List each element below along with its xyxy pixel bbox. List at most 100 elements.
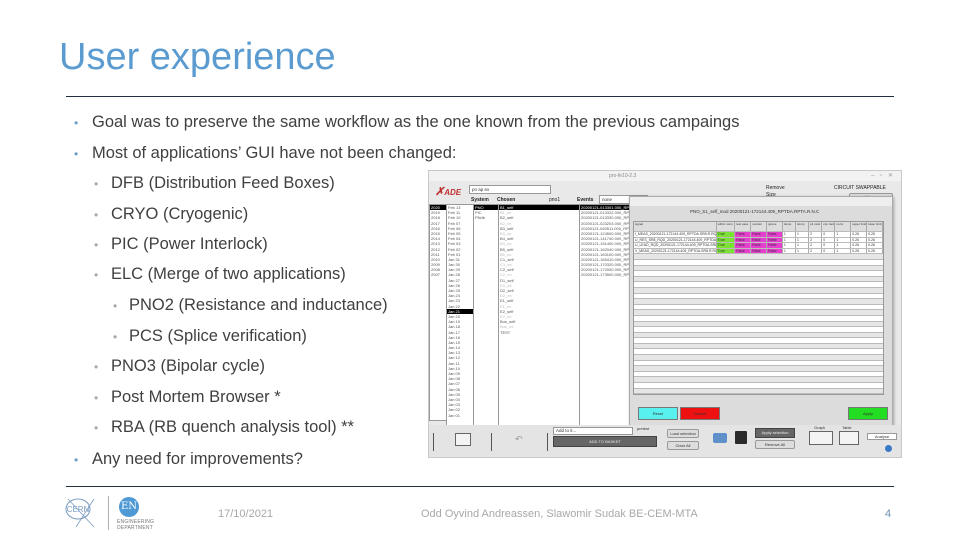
add-to-basket-button[interactable]: ADD TO BASKET (553, 436, 657, 447)
circuit-swappable-checkbox[interactable]: CIRCUIT SWAPPABLE (834, 185, 886, 191)
footer-authors: Odd Oyvind Andreassen, Slawomir Sudak BE… (421, 508, 698, 520)
list-item[interactable]: 20200121-023203.000_RPTCA.SR8.R.B (580, 221, 636, 226)
footer-date: 17/10/2021 (218, 508, 274, 520)
status-cell[interactable]: False (767, 243, 783, 248)
reset-button[interactable]: Reset (638, 407, 678, 420)
cern-logo: CERN (65, 498, 95, 528)
date-list[interactable]: Feb 13 Feb 11 Feb 10 Feb 07 Feb 06 Feb 05 Feb … (446, 204, 474, 426)
status-cell[interactable]: True (716, 248, 736, 254)
value-cell: 1 (783, 237, 797, 243)
status-cell[interactable]: True (716, 232, 736, 237)
status-cell[interactable]: False (751, 243, 768, 248)
folder-icon[interactable] (713, 433, 727, 443)
bullet-item: • RBA (RB quench analysis tool) ** (94, 418, 355, 437)
info-icon[interactable] (885, 445, 892, 452)
status-cell[interactable]: False (735, 243, 752, 248)
apply-button[interactable]: Apply (848, 407, 888, 420)
status-cell[interactable]: False (735, 232, 752, 237)
list-item[interactable]: 20200121-013330.000_RPTCA.SR8.R.B (580, 215, 636, 220)
window-controls[interactable]: – ▫ ✕ (871, 172, 895, 179)
list-item[interactable]: 20200121-151400.000_RPTCA.SR8.R.B (580, 241, 636, 246)
value-cell: 1 (835, 243, 852, 248)
status-cell[interactable]: True (716, 237, 736, 243)
save-icon[interactable] (735, 431, 747, 444)
status-cell[interactable]: False (735, 248, 752, 254)
add-to-input[interactable]: Add to it... (553, 427, 633, 435)
value-cell: 1 (835, 232, 852, 237)
bullet-item: • Goal was to preserve the same workflow … (74, 113, 739, 132)
list-item[interactable]: TEST (499, 330, 579, 335)
chosen-list[interactable]: PNO PIC PNdb (473, 204, 499, 426)
list-item[interactable]: Jan 01 (447, 413, 473, 418)
value-cell: 0 (822, 232, 836, 237)
status-cell[interactable]: False (767, 232, 783, 237)
edit-window-icon[interactable] (455, 433, 471, 446)
remove-all-button[interactable]: Remove All (755, 440, 795, 449)
toolbar-separator (547, 433, 548, 451)
year-list[interactable]: 2020 2019 2018 2017 2016 2015 2014 2013 2012 2011… (429, 204, 447, 421)
value-cell: 1 (835, 248, 852, 254)
system-combo[interactable]: pn ap ex (469, 185, 551, 194)
list-item[interactable]: PNdb (474, 215, 498, 220)
graph-icon[interactable] (809, 431, 833, 445)
column-header[interactable]: tstmp (796, 222, 810, 231)
cancel-button[interactable]: Cancel (680, 407, 720, 420)
bullet-item: • DFB (Distribution Feed Boxes) (94, 174, 335, 193)
bullet-dot-icon: • (113, 299, 118, 313)
value-cell: 1 (796, 243, 810, 248)
clear-all-button[interactable]: Clear All (667, 441, 699, 450)
column-header[interactable]: ignore (767, 222, 783, 231)
value-cell: 0.26 (851, 237, 868, 243)
list-item[interactable]: 20200121-162040.000_RPTCA.SR8.R.B (580, 247, 636, 252)
list-item[interactable]: 20200121-173500.000_RPTCA.SR8.R.B (580, 272, 636, 277)
bullet-item: • Any need for improvements? (74, 450, 303, 469)
value-cell: 0.26 (867, 232, 883, 237)
graph-label: Graph (814, 425, 826, 430)
app-screenshot: pro-fe10-2.3 – ▫ ✕ ✗ADE pn ap ex System … (428, 170, 902, 458)
status-cell[interactable]: False (751, 237, 768, 243)
column-header[interactable]: within norm (717, 222, 736, 231)
value-cell: 2 (809, 237, 823, 243)
column-header[interactable]: upper limit (851, 222, 868, 231)
remove-label: Remove (766, 185, 785, 191)
analysis-combo[interactable]: pretest (637, 426, 649, 431)
undo-icon[interactable]: ↶ (515, 434, 523, 445)
status-cell[interactable]: False (751, 232, 768, 237)
analyse-button[interactable]: Analyse (867, 433, 897, 440)
bullet-dot-icon: • (94, 360, 99, 374)
bullet-text: RBA (RB quench analysis tool) ** (111, 418, 355, 436)
ade-logo: ✗ADE (435, 186, 462, 198)
chosen-header: Chosen (497, 197, 516, 203)
column-header[interactable]: cpx rank (822, 222, 836, 231)
pno-filter-checkbox[interactable]: pno1 (549, 197, 560, 203)
status-cell[interactable]: False (735, 237, 752, 243)
value-cell: 0.26 (851, 232, 868, 237)
dialog-titlebar (630, 197, 892, 206)
logo-separator (108, 496, 109, 530)
status-cell[interactable]: False (767, 237, 783, 243)
apply-selection-button[interactable]: Apply selection (755, 428, 795, 438)
column-header[interactable]: monitor (751, 222, 768, 231)
column-header[interactable]: signal (634, 222, 717, 231)
value-cell: 0.26 (867, 248, 883, 254)
slide-title: User experience (59, 36, 336, 78)
column-header[interactable]: tstmp (783, 222, 797, 231)
status-cell[interactable]: True (716, 243, 736, 248)
en-department-text: ENGINEERING DEPARTMENT (117, 519, 155, 531)
column-header[interactable]: lower limit (867, 222, 883, 231)
signal-cell: V_MEAS_20200121-172144.409_RPTDA.SR8.R.R… (635, 248, 717, 254)
column-header[interactable]: test pass (735, 222, 752, 231)
column-header[interactable]: p1 rank (809, 222, 823, 231)
status-cell[interactable]: False (767, 248, 783, 254)
column-header[interactable]: norm (835, 222, 852, 231)
bullet-text: Post Mortem Browser * (111, 388, 281, 406)
status-cell[interactable]: False (751, 248, 768, 254)
list-item[interactable]: 2007 (430, 272, 446, 277)
table-icon[interactable] (839, 431, 859, 445)
toolbar-separator (433, 433, 434, 451)
value-cell: 0.26 (867, 243, 883, 248)
element-list[interactable]: B1_self B1_ex B2_self B2_ex B3_self B3_ex B4_s… (498, 204, 580, 426)
load-selection-button[interactable]: Load selection (667, 429, 699, 438)
value-cell: 0.26 (867, 237, 883, 243)
signal-table: signal within norm test pass monitor ignore t… (633, 221, 884, 395)
